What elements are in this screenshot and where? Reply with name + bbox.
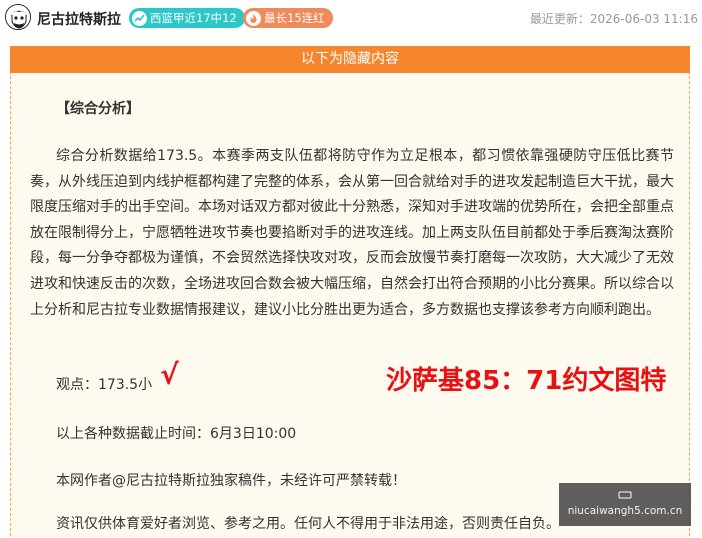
watermark-logo-icon bbox=[559, 490, 691, 502]
analysis-paragraph: 综合分析数据给173.5。本赛季两支队伍都将防守作为立足根本，都习惯依靠强硬防守… bbox=[30, 148, 674, 318]
last-updated: 最近更新：2026-06-03 11:16 bbox=[529, 12, 698, 26]
copyright-notice: 本网作者@尼古拉特斯拉独家稿件，未经许可严禁转载！ bbox=[56, 473, 406, 489]
data-deadline: 以上各种数据截止时间：6月3日10:00 bbox=[56, 426, 297, 442]
avatar-face-icon bbox=[6, 5, 30, 29]
section-title: 【综合分析】 bbox=[56, 101, 140, 117]
record-badge-label: 西篮甲近17中12 bbox=[150, 11, 237, 25]
check-mark-icon: √ bbox=[160, 358, 179, 391]
author-avatar[interactable] bbox=[5, 4, 31, 30]
promo-result-text: 沙萨基85：71约文图特 bbox=[386, 366, 667, 396]
site-watermark: niucaiwangh5.com.cn bbox=[559, 483, 691, 526]
streak-badge-label: 最长15连红 bbox=[264, 11, 325, 25]
streak-badge: 最长15连红 bbox=[243, 8, 333, 28]
opinion-line: 观点：173.5小 bbox=[56, 377, 153, 393]
disclaimer: 资讯仅供体育爱好者浏览、参考之用。任何人不得用于非法用途，否则责任自负。 bbox=[56, 516, 560, 532]
article-header: 尼古拉特斯拉 西篮甲近17中12 最长15连红 最近更新：2026-06-03 … bbox=[0, 0, 702, 36]
flame-icon bbox=[246, 10, 261, 26]
record-badge: 西篮甲近17中12 bbox=[129, 8, 245, 28]
author-name[interactable]: 尼古拉特斯拉 bbox=[37, 9, 121, 29]
trend-icon bbox=[132, 10, 147, 26]
watermark-url: niucaiwangh5.com.cn bbox=[567, 505, 683, 517]
hidden-content-banner: 以下为隐藏内容 bbox=[10, 46, 690, 73]
